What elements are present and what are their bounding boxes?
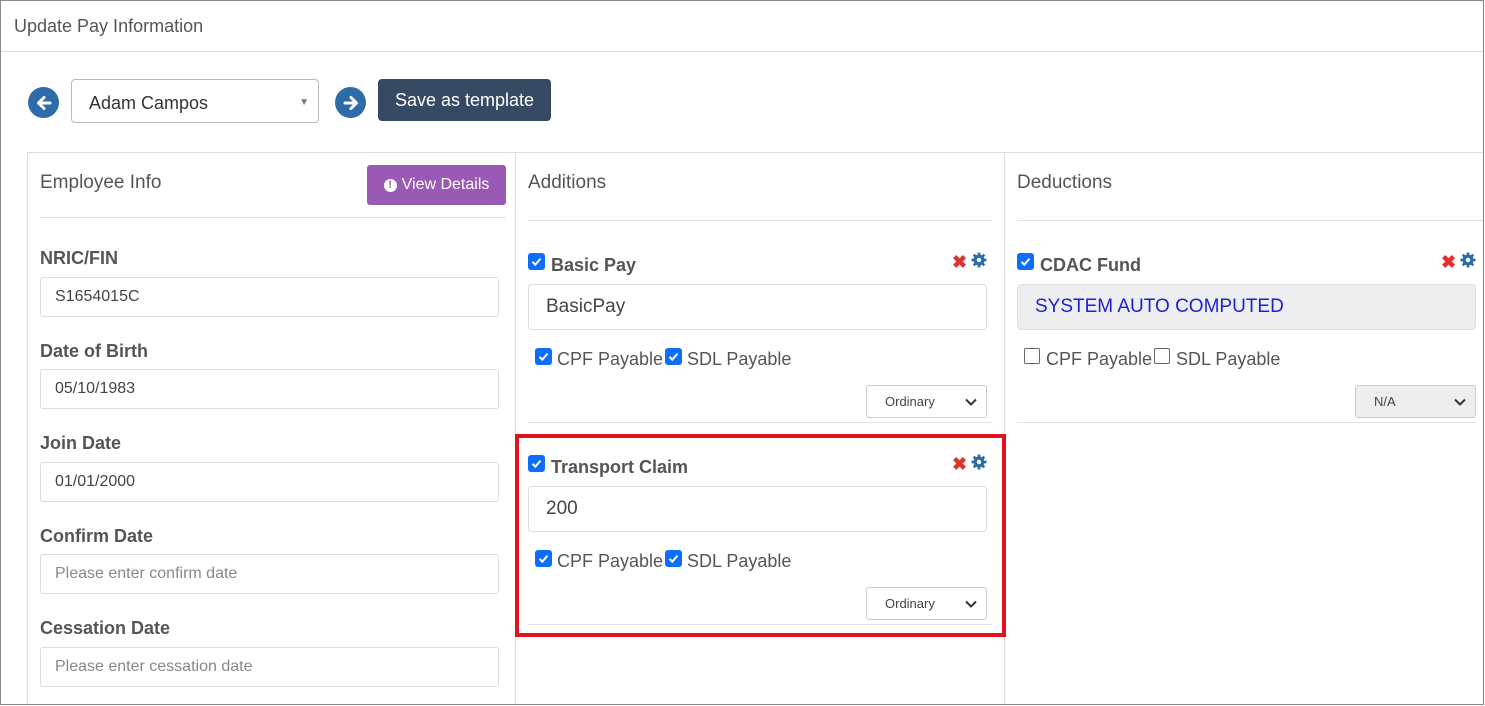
transport-claim-cpf-checkbox[interactable] <box>535 550 552 567</box>
transport-claim-cpf-label: CPF Payable <box>557 551 664 571</box>
exclamation-circle-icon: ! <box>383 178 397 192</box>
dob-label: Date of Birth <box>40 341 148 361</box>
cdac-fund-sdl-checkbox[interactable] <box>1154 348 1170 364</box>
update-pay-window: Update Pay Information Adam Campos ▼ Sav… <box>0 0 1484 705</box>
cdac-fund-sdl-label: SDL Payable <box>1176 349 1281 369</box>
cdac-fund-type-select[interactable]: N/A <box>1355 385 1476 418</box>
remove-x-icon[interactable]: ✖ <box>1441 253 1456 271</box>
employee-select-value: Adam Campos <box>89 93 209 113</box>
join-date-input[interactable] <box>40 462 499 502</box>
save-as-template-button[interactable]: Save as template <box>378 79 551 121</box>
confirm-date-label: Confirm Date <box>40 526 154 546</box>
title-bar: Update Pay Information <box>1 1 1483 52</box>
divider <box>1017 422 1476 423</box>
transport-claim-checkbox[interactable] <box>528 455 545 472</box>
prev-employee-button[interactable] <box>28 87 59 118</box>
cdac-fund-value-field: SYSTEM AUTO COMPUTED <box>1017 284 1476 330</box>
gear-icon[interactable] <box>1460 252 1476 268</box>
check-icon <box>538 352 549 362</box>
page-title: Update Pay Information <box>14 16 204 36</box>
basic-pay-value-input[interactable]: BasicPay <box>528 284 987 330</box>
divider <box>528 220 992 221</box>
join-date-label: Join Date <box>40 433 122 453</box>
transport-claim-type-select[interactable]: Ordinary <box>866 587 987 620</box>
basic-pay-checkbox[interactable] <box>528 253 545 270</box>
basic-pay-sdl-label: SDL Payable <box>687 349 792 369</box>
transport-claim-type-value: Ordinary <box>885 596 935 611</box>
basic-pay-sdl-checkbox[interactable] <box>665 348 682 365</box>
cessation-date-input[interactable] <box>40 647 499 687</box>
deductions-title: Deductions <box>1017 172 1113 193</box>
dob-input[interactable] <box>40 369 499 409</box>
deductions-panel: Deductions CDAC Fund ✖ SYSTEM AUTO COMPU… <box>1005 153 1483 704</box>
view-details-button[interactable]: ! View Details <box>367 165 506 205</box>
check-icon <box>531 459 542 469</box>
cdac-fund-cpf-checkbox[interactable] <box>1024 348 1040 364</box>
additions-panel: Additions Basic Pay ✖ BasicPay CPF Payab… <box>516 153 1005 704</box>
chevron-down-icon <box>965 600 977 608</box>
basic-pay-cpf-label: CPF Payable <box>557 349 664 369</box>
cdac-fund-cpf-label: CPF Payable <box>1046 349 1153 369</box>
transport-claim-sdl-label: SDL Payable <box>687 551 792 571</box>
check-icon <box>538 554 549 564</box>
deduction-item-cdac-fund: CDAC Fund ✖ SYSTEM AUTO COMPUTED CPF Pay… <box>1017 251 1476 421</box>
addition-item-basic-pay: Basic Pay ✖ BasicPay CPF Payable SDL Pay… <box>528 251 987 421</box>
additions-title: Additions <box>528 172 607 193</box>
nric-input[interactable] <box>40 277 499 317</box>
divider <box>40 217 506 218</box>
basic-pay-type-select[interactable]: Ordinary <box>866 385 987 418</box>
check-icon <box>531 257 542 267</box>
arrow-right-circle-icon <box>343 95 358 110</box>
cdac-fund-type-value: N/A <box>1374 394 1396 409</box>
cdac-fund-title: CDAC Fund <box>1040 255 1141 275</box>
employee-info-panel: Employee Info ! View Details NRIC/FIN Da… <box>27 153 516 704</box>
chevron-down-icon <box>965 398 977 406</box>
nric-label: NRIC/FIN <box>40 248 118 268</box>
check-icon <box>668 554 679 564</box>
pay-panels: Employee Info ! View Details NRIC/FIN Da… <box>27 152 1483 704</box>
transport-claim-value-input[interactable]: 200 <box>528 486 987 532</box>
next-employee-button[interactable] <box>335 87 366 118</box>
confirm-date-input[interactable] <box>40 554 499 594</box>
basic-pay-title: Basic Pay <box>551 255 637 275</box>
transport-claim-sdl-checkbox[interactable] <box>665 550 682 567</box>
gear-icon[interactable] <box>971 252 987 268</box>
divider <box>528 624 992 625</box>
employee-select[interactable]: Adam Campos ▼ <box>71 79 319 123</box>
divider <box>528 422 992 423</box>
addition-item-transport-claim: Transport Claim ✖ 200 CPF Payable SDL Pa… <box>528 453 987 623</box>
remove-x-icon[interactable]: ✖ <box>952 253 967 271</box>
employee-info-title: Employee Info <box>40 172 162 193</box>
remove-x-icon[interactable]: ✖ <box>952 455 967 473</box>
transport-claim-title: Transport Claim <box>551 457 689 477</box>
view-details-label: View Details <box>401 176 490 193</box>
divider <box>1017 220 1483 221</box>
caret-down-icon: ▼ <box>299 97 309 108</box>
chevron-down-icon <box>1454 398 1466 406</box>
arrow-left-circle-icon <box>36 95 51 110</box>
gear-icon[interactable] <box>971 454 987 470</box>
cessation-date-label: Cessation Date <box>40 618 171 638</box>
check-icon <box>668 352 679 362</box>
cdac-fund-checkbox[interactable] <box>1017 253 1034 270</box>
basic-pay-cpf-checkbox[interactable] <box>535 348 552 365</box>
check-icon <box>1020 257 1031 267</box>
basic-pay-type-value: Ordinary <box>885 394 935 409</box>
